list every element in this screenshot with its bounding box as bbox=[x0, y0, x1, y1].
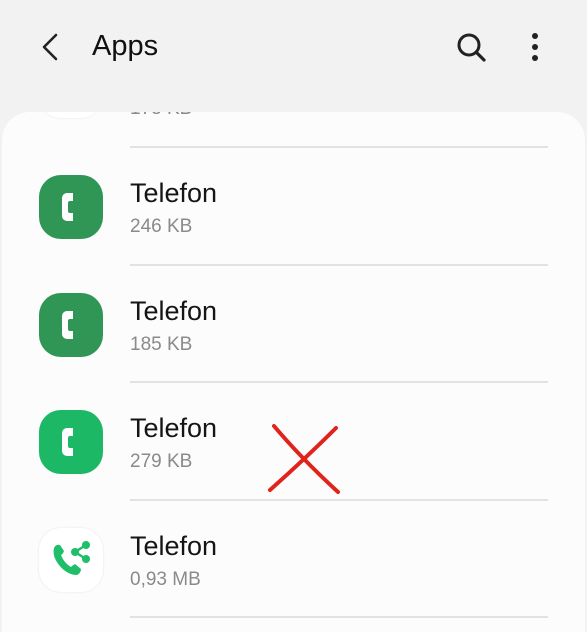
app-name: Telefon bbox=[130, 531, 218, 561]
phone-share-icon bbox=[39, 528, 103, 592]
app-size: 178 KB bbox=[130, 112, 192, 120]
phone-icon bbox=[39, 175, 103, 239]
app-name: Telefon bbox=[130, 413, 218, 443]
app-size: 246 KB bbox=[130, 216, 193, 237]
app-bar: Apps bbox=[0, 0, 587, 110]
divider bbox=[130, 616, 548, 618]
app-size: 279 KB bbox=[130, 451, 193, 472]
phone-icon bbox=[39, 293, 103, 357]
list-item[interactable]: Telefon 185 KB bbox=[2, 266, 585, 382]
list-item[interactable]: Telefon 0,93 MB bbox=[2, 501, 585, 617]
app-size: 0,93 MB bbox=[130, 569, 201, 590]
app-list: 178 KB Telefon 246 KB Telefon 185 KB Tel… bbox=[2, 112, 585, 632]
list-item[interactable]: Telefon 246 KB bbox=[2, 148, 585, 264]
search-icon[interactable] bbox=[454, 30, 488, 64]
app-name: Telefon bbox=[130, 178, 218, 208]
phone-icon bbox=[39, 410, 103, 474]
back-arrow-icon[interactable] bbox=[36, 30, 68, 64]
app-icon bbox=[39, 112, 103, 118]
more-options-icon[interactable] bbox=[522, 30, 548, 64]
app-name: Telefon bbox=[130, 296, 218, 326]
red-x-annotation bbox=[268, 424, 340, 494]
page-title: Apps bbox=[92, 30, 159, 62]
app-size: 185 KB bbox=[130, 334, 193, 355]
